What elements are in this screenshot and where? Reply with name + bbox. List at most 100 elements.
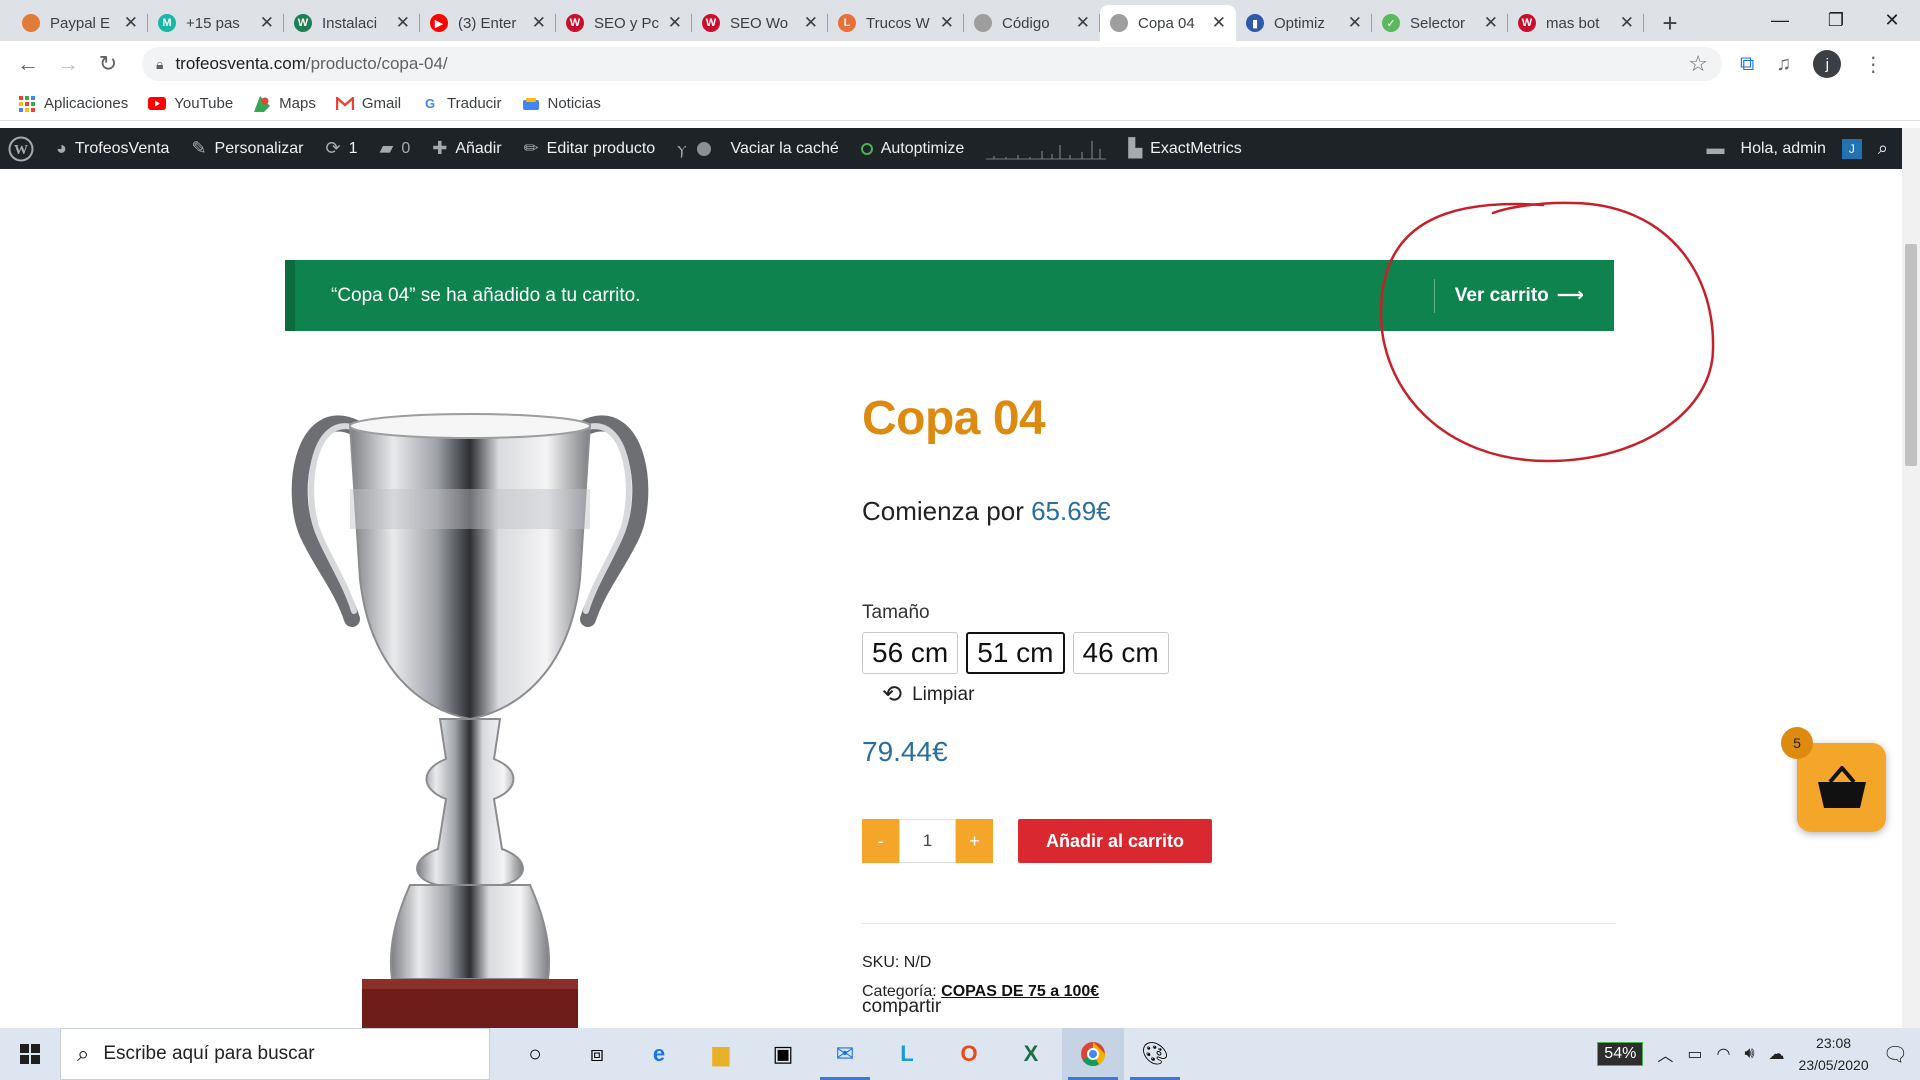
tab-close-icon[interactable]: ✕ [1484,13,1498,33]
edge-icon[interactable]: e [628,1028,690,1080]
site-name-link[interactable]: ◕ TrofeosVenta [56,138,169,159]
yoast-icon[interactable]: ⲩ [677,138,686,159]
browser-tab[interactable]: W SEO y Pc ✕ [556,5,692,41]
browser-tab[interactable]: ▮ Optimiz ✕ [1236,5,1372,41]
updates-link[interactable]: ⟳ 1 [325,138,357,159]
wordpress-logo-icon[interactable]: W [8,136,34,162]
learn-app-icon[interactable]: L [876,1028,938,1080]
tab-favicon-icon: W [294,14,312,32]
bookmark-aplicaciones[interactable]: Aplicaciones [18,95,128,112]
tab-favicon-icon: ▶ [430,14,448,32]
browser-tab[interactable]: ▶ (3) Enter ✕ [420,5,556,41]
exactmetrics-link[interactable]: ▙ ExactMetrics [1128,138,1241,159]
browser-tab[interactable]: Copa 04 ✕ [1100,5,1236,41]
forward-arrow-icon[interactable]: → [50,46,86,82]
excel-icon[interactable]: X [1000,1028,1062,1080]
restore-icon[interactable]: ❐ [1808,0,1864,40]
stats-sparkline[interactable] [986,137,1107,161]
tab-close-icon[interactable]: ✕ [396,13,410,33]
tab-close-icon[interactable]: ✕ [940,13,954,33]
windows-start-icon[interactable] [0,1028,60,1080]
greeting-label[interactable]: Hola, admin [1741,140,1826,158]
page-scrollbar[interactable] [1902,128,1920,1028]
browser-tab[interactable]: M +15 pas ✕ [148,5,284,41]
brush-icon: ✎ [191,138,207,158]
category-link[interactable]: COPAS DE 75 a 100€ [941,983,1099,1000]
minimize-icon[interactable]: — [1752,0,1808,40]
qty-plus-button[interactable]: + [956,819,993,863]
clear-cache-link[interactable]: Vaciar la caché [696,140,839,158]
edit-product-link[interactable]: ✏ Editar producto [524,138,656,159]
qty-minus-button[interactable]: - [862,819,899,863]
new-tab-icon[interactable]: + [1652,5,1688,41]
browser-tab[interactable]: W Instalaci ✕ [284,5,420,41]
tab-close-icon[interactable]: ✕ [668,13,682,33]
onedrive-icon[interactable]: ☁ [1769,1044,1785,1064]
tab-close-icon[interactable]: ✕ [1212,13,1226,33]
floating-cart-button[interactable] [1797,743,1886,832]
wifi-icon[interactable]: ◠ [1716,1044,1730,1064]
tab-close-icon[interactable]: ✕ [124,13,138,33]
add-new-link[interactable]: ✚ Añadir [432,138,501,159]
tab-close-icon[interactable]: ✕ [260,13,274,33]
office-icon[interactable]: O [938,1028,1000,1080]
cortana-icon[interactable]: ○ [504,1028,566,1080]
bookmark-star-icon[interactable]: ☆ [1688,51,1708,77]
battery-icon[interactable]: ▭ [1687,1044,1702,1064]
tab-close-icon[interactable]: ✕ [804,13,818,33]
scrollbar-thumb[interactable] [1905,244,1917,466]
media-control-icon[interactable]: ♫ [1776,53,1791,76]
size-option-51[interactable]: 51 cm [966,632,1065,674]
paint-icon[interactable]: 🎨︎ [1124,1028,1186,1080]
admin-avatar[interactable]: J [1841,138,1862,159]
size-option-46[interactable]: 46 cm [1072,632,1169,674]
customize-link[interactable]: ✎ Personalizar [191,138,303,159]
close-window-icon[interactable]: ✕ [1864,0,1920,40]
search-icon[interactable]: ⌕ [1878,138,1888,159]
back-arrow-icon[interactable]: ← [10,46,46,82]
browser-tab[interactable]: L Trucos W ✕ [828,5,964,41]
bookmark-traducir[interactable]: G Traducir [421,95,502,112]
chrome-icon[interactable] [1062,1028,1124,1080]
product-image[interactable] [280,379,660,1028]
bookmark-maps[interactable]: Maps [253,95,316,112]
extension-icon[interactable]: ⧉ [1740,53,1754,76]
browser-tab[interactable]: Wmas bot ✕ [1508,5,1644,41]
notification-icon[interactable]: ▬ [1707,138,1725,159]
browser-tab[interactable]: Paypal E ✕ [12,5,148,41]
tab-close-icon[interactable]: ✕ [1348,13,1362,33]
browser-tab[interactable]: Código ✕ [964,5,1100,41]
menu-kebab-icon[interactable]: ⋮ [1863,52,1883,77]
size-option-56[interactable]: 56 cm [862,632,959,674]
battery-meter[interactable]: 54% [1597,1042,1644,1066]
bookmark-noticias[interactable]: Noticias [522,95,601,112]
bookmark-gmail[interactable]: Gmail [335,95,401,112]
volume-icon[interactable]: 🔊︎ [1744,1045,1754,1063]
product-title: Copa 04 [862,392,1046,445]
clear-selection-link[interactable]: ⟲ Limpiar [882,680,974,709]
autoptimize-link[interactable]: Autoptimize [860,140,964,158]
tab-close-icon[interactable]: ✕ [532,13,546,33]
taskbar-search-input[interactable]: ⌕ Escribe aquí para buscar [60,1028,490,1080]
bar-chart-icon: ▙ [1128,138,1143,158]
bookmark-youtube[interactable]: YouTube [148,95,233,112]
action-center-icon[interactable]: 🗨︎ [1883,1042,1908,1067]
chevron-up-icon[interactable]: ︿ [1657,1042,1673,1066]
browser-tab[interactable]: ✓ Selector ✕ [1372,5,1508,41]
browser-tab[interactable]: W SEO Wo ✕ [692,5,828,41]
tab-close-icon[interactable]: ✕ [1620,13,1634,33]
reload-icon[interactable]: ↻ [90,46,126,82]
quantity-input[interactable]: 1 [899,819,956,863]
store-icon[interactable]: ▣ [752,1028,814,1080]
tab-close-icon[interactable]: ✕ [1076,13,1090,33]
comments-link[interactable]: ▰ 0 [379,138,410,159]
autoptimize-status-icon [860,142,873,155]
taskbar-clock[interactable]: 23:08 23/05/2020 [1799,1032,1869,1076]
mail-icon[interactable]: ✉ [814,1028,876,1080]
task-view-icon[interactable]: ⧈ [566,1028,628,1080]
address-bar[interactable]: 🔒︎ trofeosventa.com/producto/copa-04/ ☆ [142,47,1722,81]
profile-avatar[interactable]: j [1813,50,1842,78]
add-to-cart-button[interactable]: Añadir al carrito [1018,819,1212,863]
lock-icon[interactable]: 🔒︎ [156,56,163,73]
file-explorer-icon[interactable]: ▆ [690,1028,752,1080]
